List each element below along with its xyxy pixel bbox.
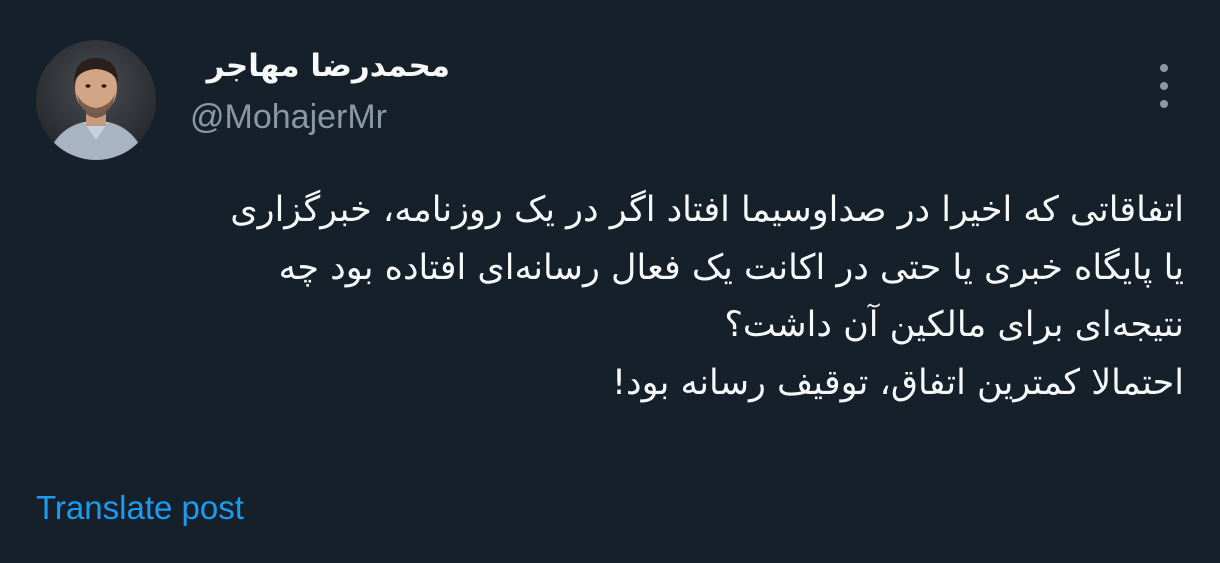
- translate-post-link[interactable]: Translate post: [36, 486, 244, 530]
- more-options-button[interactable]: [1152, 64, 1176, 108]
- post-text-line: احتمالا کمترین اتفاق، توقیف رسانه بود!: [611, 362, 1184, 403]
- more-vertical-icon-dot: [1160, 82, 1168, 90]
- author-display-name[interactable]: محمدرضا مهاجر: [190, 46, 450, 86]
- more-vertical-icon-dot: [1160, 100, 1168, 108]
- post-text-line: اتفاقاتی که اخیرا در صداوسیما افتاد اگر …: [230, 190, 1184, 230]
- avatar[interactable]: [36, 40, 156, 160]
- tweet-card: محمدرضا مهاجر @MohajerMr اتفاقاتی که اخی…: [0, 0, 1220, 563]
- post-text-line: یا پایگاه خبری یا حتی در اکانت یک فعال ر…: [278, 247, 1184, 288]
- author-handle[interactable]: @MohajerMr: [190, 94, 450, 140]
- more-vertical-icon: [1160, 64, 1168, 72]
- post-text-line: نتیجه‌ای برای مالکین آن داشت؟: [724, 305, 1184, 345]
- author-info: محمدرضا مهاجر @MohajerMr: [190, 46, 450, 140]
- post-text: اتفاقاتی که اخیرا در صداوسیما افتاد اگر …: [36, 182, 1184, 412]
- profile-photo-icon: [36, 40, 156, 160]
